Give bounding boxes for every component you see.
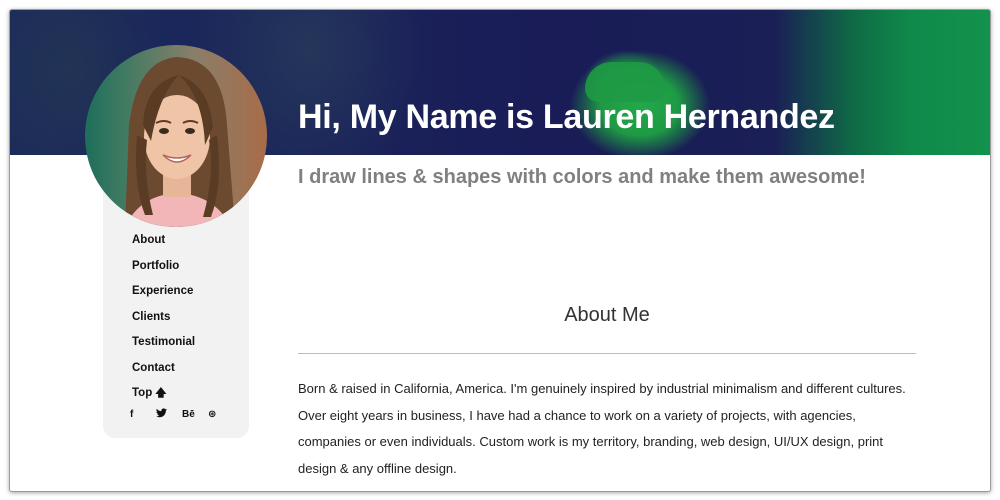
nav-item-contact[interactable]: Contact: [132, 358, 195, 384]
profile-avatar: [85, 45, 267, 227]
arrow-up-icon: 🡅: [155, 387, 167, 399]
nav-label[interactable]: Testimonial: [132, 336, 195, 348]
nav-item-about[interactable]: About: [132, 230, 195, 256]
tagline: I draw lines & shapes with colors and ma…: [298, 166, 866, 188]
nav-label[interactable]: Clients: [132, 311, 170, 323]
social-links: f Bē ⊛: [130, 408, 234, 421]
page-frame: Hi, My Name is Lauren Hernandez I draw l…: [9, 9, 991, 492]
nav-item-top[interactable]: Top 🡅: [132, 383, 195, 409]
behance-icon[interactable]: Bē: [182, 409, 208, 420]
hero-background-shape: [585, 62, 665, 102]
portrait-image: [125, 57, 235, 227]
twitter-icon[interactable]: [156, 408, 182, 421]
facebook-icon[interactable]: f: [130, 409, 156, 420]
nav-item-clients[interactable]: Clients: [132, 307, 195, 333]
nav-label[interactable]: Contact: [132, 362, 175, 374]
nav-item-testimonial[interactable]: Testimonial: [132, 332, 195, 358]
nav-label[interactable]: About: [132, 234, 165, 246]
about-heading: About Me: [564, 304, 650, 326]
section-divider: [298, 353, 916, 354]
about-body: Born & raised in California, America. I'…: [298, 381, 906, 476]
sidebar-nav: About Portfolio Experience Clients Testi…: [132, 230, 195, 409]
nav-label[interactable]: Top: [132, 387, 152, 399]
nav-label[interactable]: Portfolio: [132, 260, 179, 272]
nav-item-experience[interactable]: Experience: [132, 281, 195, 307]
dribbble-icon[interactable]: ⊛: [208, 409, 234, 420]
nav-label[interactable]: Experience: [132, 285, 193, 297]
hero-title: Hi, My Name is Lauren Hernandez: [298, 98, 835, 136]
nav-item-portfolio[interactable]: Portfolio: [132, 256, 195, 282]
